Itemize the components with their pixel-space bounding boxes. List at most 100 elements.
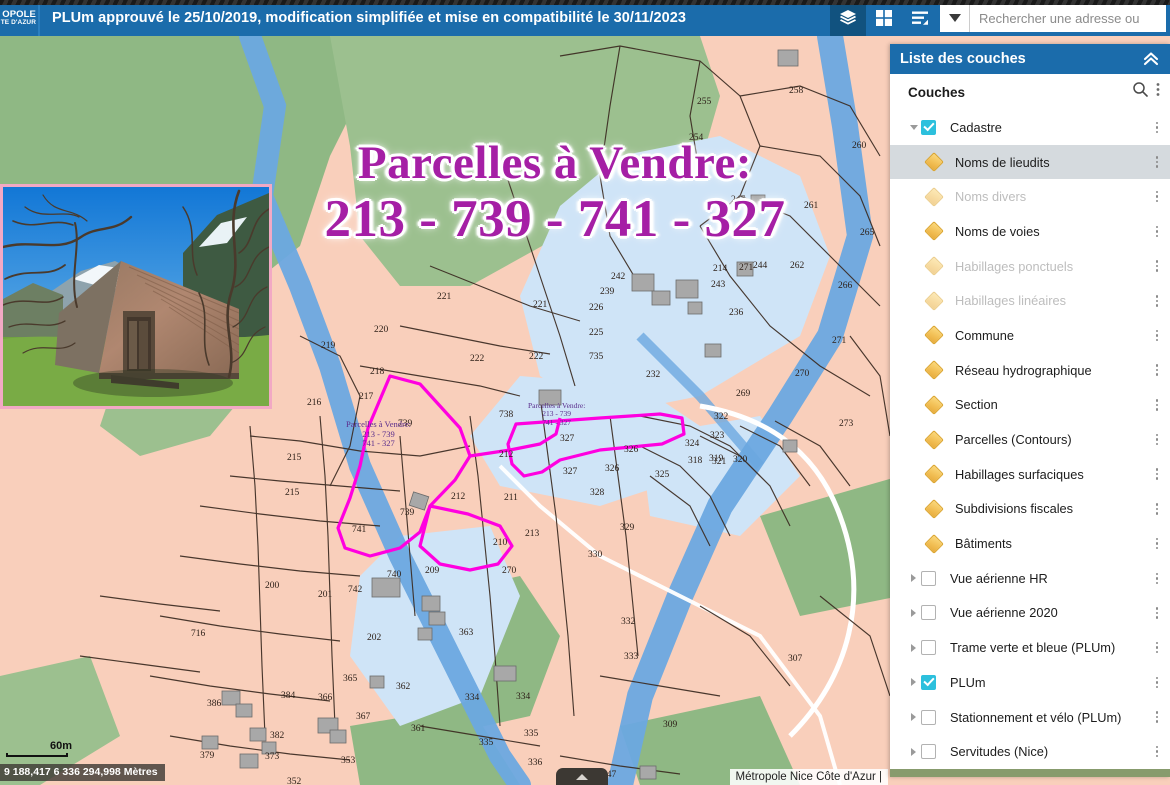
search-input[interactable] <box>970 4 1166 32</box>
layer-row-vue-a-rienne-2020[interactable]: Vue aérienne 2020 <box>890 596 1170 631</box>
row-options-icon[interactable] <box>1150 464 1164 484</box>
layer-row-parcelles-contours[interactable]: Parcelles (Contours) <box>890 422 1170 457</box>
svg-text:325: 325 <box>655 470 670 480</box>
chevron-double-up-icon[interactable] <box>1142 50 1160 68</box>
row-options-icon[interactable] <box>1150 395 1164 415</box>
svg-text:200: 200 <box>265 581 280 591</box>
layer-checkbox[interactable] <box>921 674 936 690</box>
layer-checkbox[interactable] <box>921 744 936 760</box>
svg-text:327: 327 <box>563 467 578 477</box>
chevron-right-icon[interactable] <box>906 574 921 583</box>
layer-row-subdivisions-fiscales[interactable]: Subdivisions fiscales <box>890 492 1170 527</box>
layer-row-section[interactable]: Section <box>890 388 1170 423</box>
svg-text:335: 335 <box>524 729 539 739</box>
search-icon[interactable] <box>1132 81 1149 103</box>
layer-panel-header: Liste des couches <box>890 44 1170 74</box>
row-options-icon[interactable] <box>1150 117 1164 137</box>
svg-text:215: 215 <box>285 488 300 498</box>
row-options-icon[interactable] <box>1150 534 1164 554</box>
row-options-icon[interactable] <box>1150 430 1164 450</box>
layer-row-noms-de-lieudits[interactable]: Noms de lieudits <box>890 144 1170 180</box>
row-options-icon[interactable] <box>1150 291 1164 311</box>
layer-row-noms-divers[interactable]: Noms divers <box>890 179 1170 214</box>
kebab-menu-icon[interactable] <box>1155 81 1161 103</box>
layer-row-servitudes-nice[interactable]: Servitudes (Nice) <box>890 734 1170 769</box>
layer-label: Parcelles (Contours) <box>955 432 1072 448</box>
layer-row-commune[interactable]: Commune <box>890 318 1170 353</box>
svg-text:739: 739 <box>400 508 415 518</box>
layer-checkbox[interactable] <box>921 119 936 135</box>
scale-bar-line <box>6 753 68 757</box>
svg-text:220: 220 <box>374 325 389 335</box>
layer-label: Réseau hydrographique <box>955 362 1092 378</box>
svg-text:386: 386 <box>207 699 222 709</box>
property-photo-inset[interactable] <box>0 184 272 409</box>
layer-label: Habillages surfaciques <box>955 466 1084 482</box>
row-options-icon[interactable] <box>1150 742 1164 762</box>
svg-text:328: 328 <box>590 488 605 498</box>
metropole-logo[interactable]: OPOLE TE D'AZUR <box>0 0 40 36</box>
svg-text:335: 335 <box>479 738 494 748</box>
svg-text:739: 739 <box>398 419 413 429</box>
layer-row-plum[interactable]: PLUm <box>890 665 1170 700</box>
layer-label: Subdivisions fiscales <box>955 501 1074 517</box>
svg-text:382: 382 <box>270 731 285 741</box>
legend-list-icon[interactable] <box>902 0 938 36</box>
svg-text:258: 258 <box>789 86 804 96</box>
chevron-right-icon[interactable] <box>906 643 921 652</box>
layer-checkbox[interactable] <box>921 605 936 621</box>
layer-row-r-seau-hydrographique[interactable]: Réseau hydrographique <box>890 353 1170 388</box>
row-options-icon[interactable] <box>1150 707 1164 727</box>
layer-label: Servitudes (Nice) <box>950 744 1049 760</box>
svg-text:244: 244 <box>753 261 768 271</box>
layer-list[interactable]: Cadastre Noms de lieudits Noms divers Noms … <box>890 110 1170 769</box>
layer-checkbox[interactable] <box>921 640 936 656</box>
row-options-icon[interactable] <box>1150 638 1164 658</box>
layer-panel-tools <box>1132 81 1161 103</box>
panel-footer-strip <box>890 769 1170 777</box>
row-options-icon[interactable] <box>1150 499 1164 519</box>
svg-text:243: 243 <box>711 280 726 290</box>
search-type-dropdown[interactable] <box>940 4 970 32</box>
layer-row-noms-de-voies[interactable]: Noms de voies <box>890 214 1170 249</box>
layer-row-habillages-surfaciques[interactable]: Habillages surfaciques <box>890 457 1170 492</box>
svg-text:242: 242 <box>611 272 626 282</box>
layer-symbol-diamond-icon <box>924 499 944 519</box>
layer-row-cadastre[interactable]: Cadastre <box>890 110 1170 145</box>
layer-checkbox[interactable] <box>921 570 936 586</box>
row-options-icon[interactable] <box>1150 360 1164 380</box>
layer-symbol-diamond-icon <box>924 325 944 346</box>
row-options-icon[interactable] <box>1150 152 1164 172</box>
bottom-panel-toggle[interactable] <box>556 768 608 785</box>
layer-row-stationnement-et-v-lo-plum[interactable]: Stationnement et vélo (PLUm) <box>890 700 1170 735</box>
svg-text:336: 336 <box>528 758 543 768</box>
chevron-right-icon[interactable] <box>906 713 921 722</box>
row-options-icon[interactable] <box>1150 603 1164 623</box>
chevron-right-icon[interactable] <box>906 747 921 756</box>
layer-row-trame-verte-et-bleue-plum[interactable]: Trame verte et bleue (PLUm) <box>890 630 1170 665</box>
grid-icon[interactable] <box>866 0 902 36</box>
row-options-icon[interactable] <box>1150 221 1164 241</box>
row-options-icon[interactable] <box>1150 325 1164 345</box>
layer-row-b-timents[interactable]: Bâtiments <box>890 526 1170 561</box>
layer-label: Stationnement et vélo (PLUm) <box>950 709 1122 725</box>
svg-text:333: 333 <box>624 652 639 662</box>
row-options-icon[interactable] <box>1150 568 1164 588</box>
row-options-icon[interactable] <box>1150 187 1164 207</box>
layer-row-vue-a-rienne-hr[interactable]: Vue aérienne HR <box>890 561 1170 596</box>
svg-text:322: 322 <box>714 412 729 422</box>
chevron-right-icon[interactable] <box>906 608 921 617</box>
chevron-down-icon[interactable] <box>906 124 921 130</box>
layer-row-habillages-lin-aires[interactable]: Habillages linéaires <box>890 283 1170 318</box>
layer-symbol-diamond-icon <box>924 429 944 450</box>
row-options-icon[interactable] <box>1150 256 1164 276</box>
row-options-icon[interactable] <box>1150 672 1164 692</box>
svg-text:201: 201 <box>318 590 333 600</box>
layer-checkbox[interactable] <box>921 709 936 725</box>
layer-row-habillages-ponctuels[interactable]: Habillages ponctuels <box>890 249 1170 284</box>
layers-stack-icon[interactable] <box>830 0 866 36</box>
svg-text:222: 222 <box>470 354 485 364</box>
chevron-right-icon[interactable] <box>906 678 921 687</box>
svg-text:353: 353 <box>341 756 356 766</box>
layer-symbol-diamond-icon <box>924 256 944 276</box>
